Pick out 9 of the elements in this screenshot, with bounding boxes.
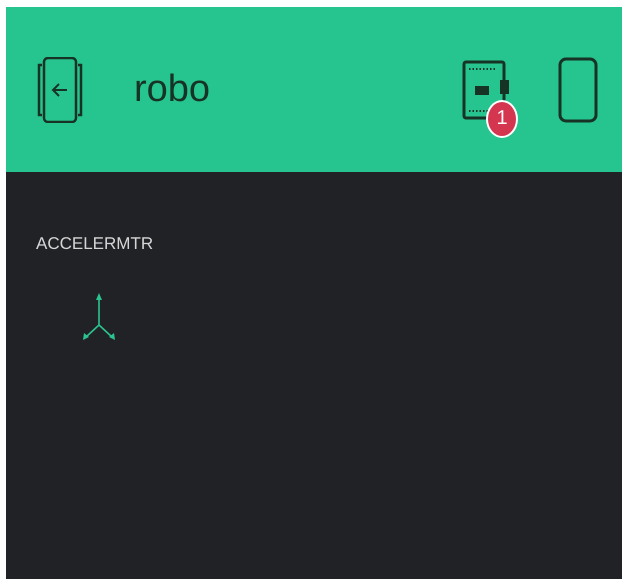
play-button[interactable] bbox=[558, 56, 598, 122]
device-button[interactable]: 1 bbox=[462, 40, 520, 140]
exit-icon bbox=[36, 56, 84, 122]
notification-badge: 1 bbox=[486, 100, 518, 138]
square-icon bbox=[558, 56, 598, 122]
exit-button[interactable] bbox=[36, 56, 84, 122]
widget-label: ACCELERMTR bbox=[36, 234, 154, 254]
axes-icon bbox=[81, 292, 117, 342]
project-title: robo bbox=[134, 68, 210, 111]
